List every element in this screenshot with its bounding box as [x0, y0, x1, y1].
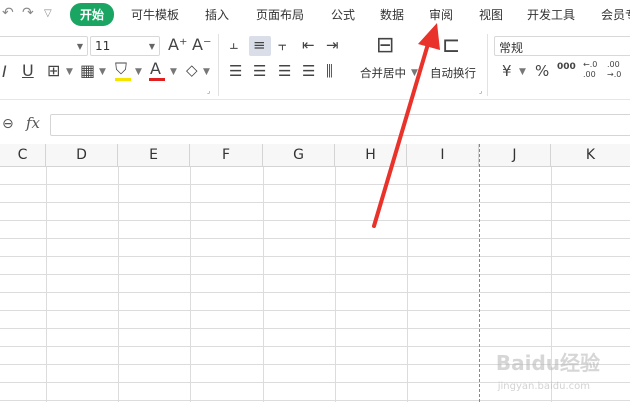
arrow-shaft — [372, 42, 430, 228]
watermark-logo: Baidu经验 — [495, 351, 600, 375]
arrow-head — [418, 23, 440, 50]
watermark-url: jingyan.baidu.com — [497, 381, 590, 392]
annotation-arrow — [372, 23, 440, 228]
